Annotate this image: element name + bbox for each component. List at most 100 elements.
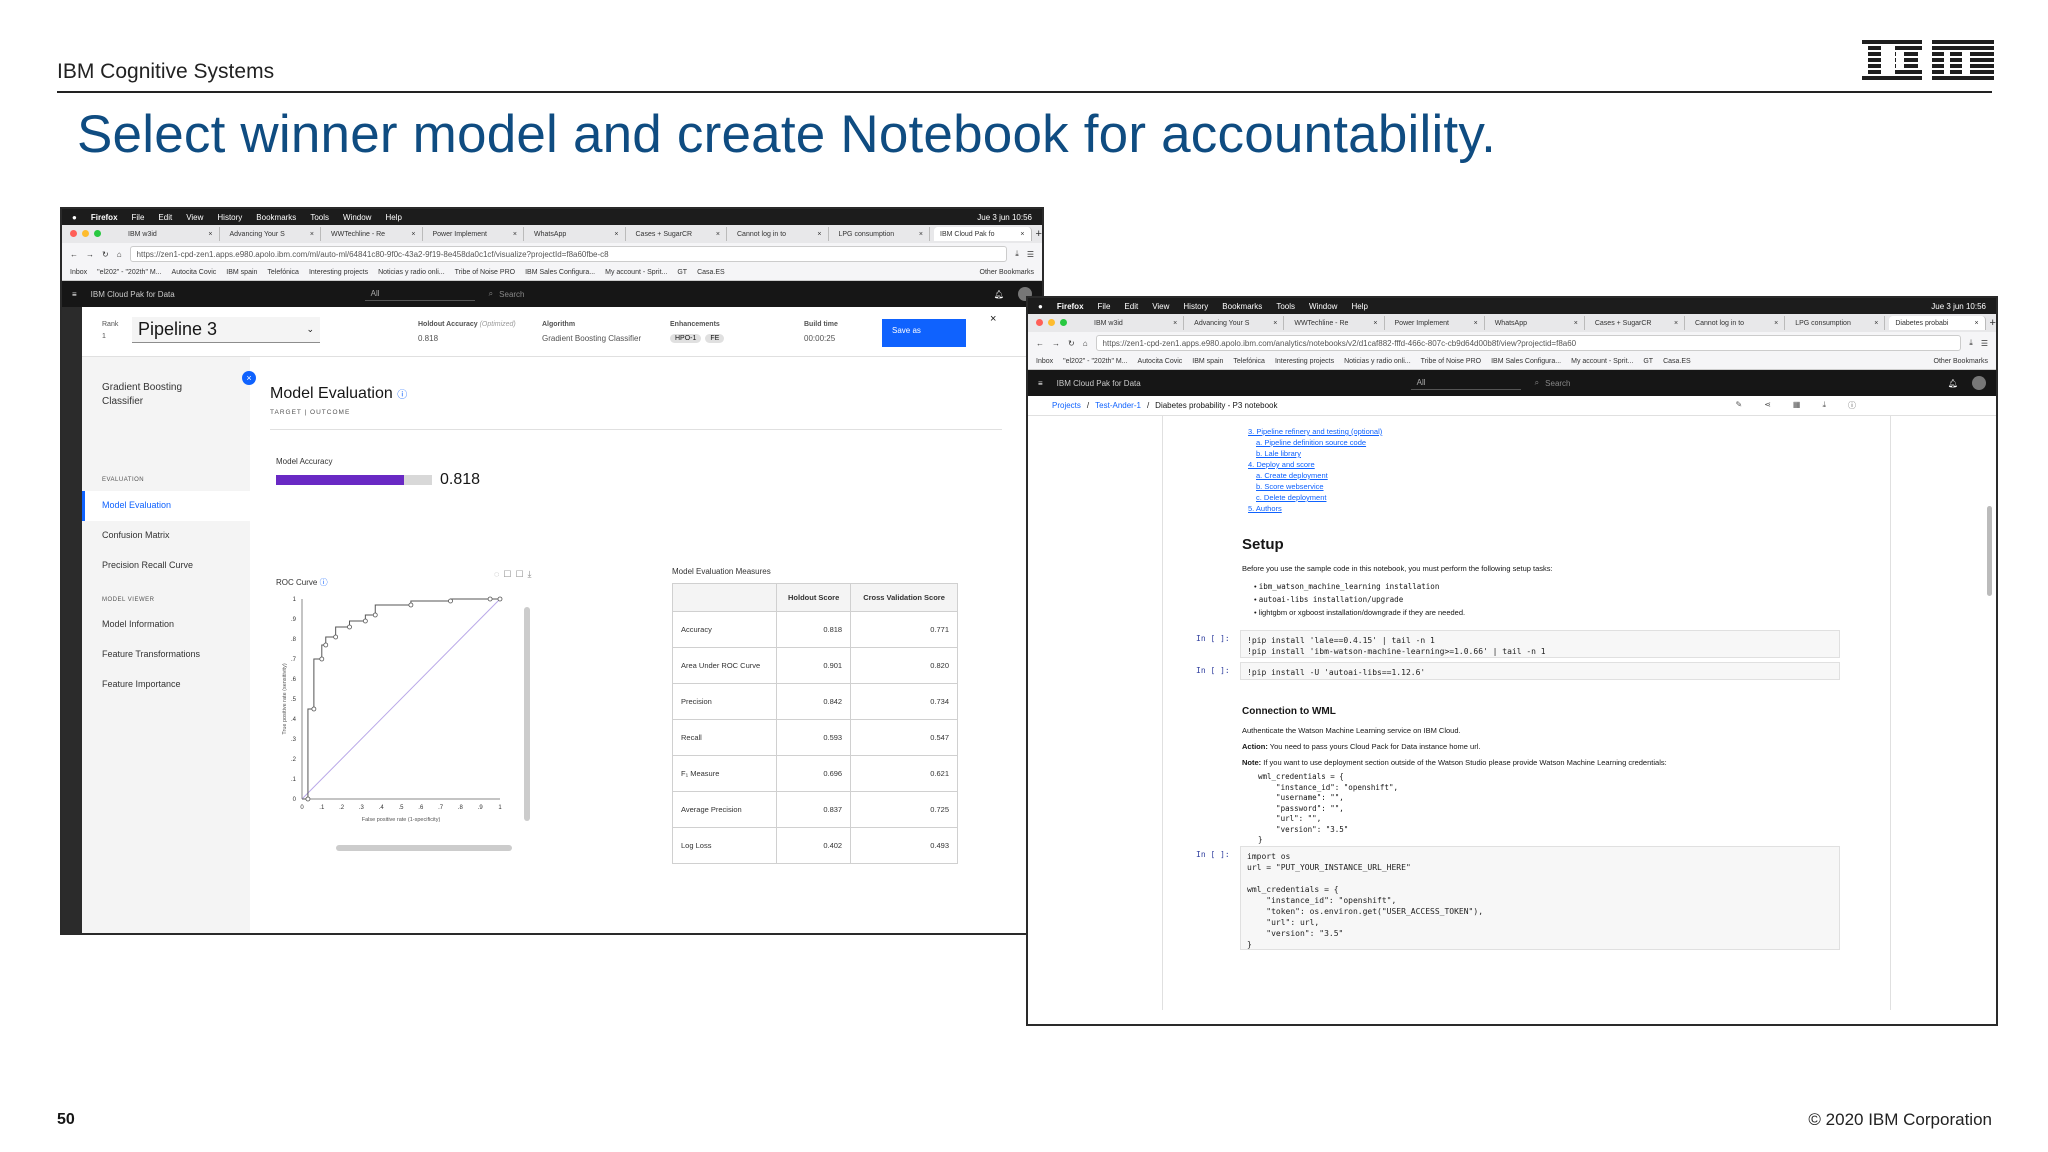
download-icon[interactable]: ⤓ [1822, 400, 1826, 411]
close-icon[interactable]: × [1273, 320, 1277, 327]
scope-select[interactable]: All [1410, 376, 1521, 390]
close-icon[interactable]: × [1373, 320, 1377, 327]
toc-item[interactable]: a. Create deployment [1248, 470, 1382, 481]
menu-file[interactable]: File [1098, 302, 1111, 311]
info-icon[interactable]: ⓘ [397, 390, 407, 401]
menu-window[interactable]: Window [1309, 302, 1337, 311]
menu-firefox[interactable]: Firefox [1057, 302, 1084, 311]
product-name[interactable]: IBM Cloud Pak for Data [91, 290, 351, 299]
chart-scrollbar-vertical[interactable] [524, 607, 530, 821]
browser-tab[interactable]: IBM w3id × [1088, 316, 1185, 330]
info-icon[interactable]: ⓘ [1848, 400, 1856, 411]
bookmark-item[interactable]: My account - Sprit... [1571, 358, 1633, 365]
bookmark-item[interactable]: Telefónica [1233, 358, 1265, 365]
close-icon[interactable]: × [614, 231, 618, 238]
info-icon[interactable]: ⓘ [320, 578, 328, 587]
zoom-icon[interactable]: ◌ [494, 569, 499, 580]
bookmark-item[interactable]: Autocita Covic [172, 269, 217, 276]
browser-tab[interactable]: Cases + SugarCR × [1589, 316, 1686, 330]
bookmark-item[interactable]: IBM Sales Configura... [1491, 358, 1561, 365]
frame-icon[interactable]: ☐ [515, 569, 523, 580]
menu-tools[interactable]: Tools [1276, 302, 1295, 311]
side-item-feature-importance[interactable]: Feature Importance [102, 679, 181, 689]
reload-icon[interactable]: ↻ [102, 250, 109, 259]
browser-tab[interactable]: Cannot log in to × [731, 227, 829, 241]
hamburger-icon[interactable]: ≡ [72, 290, 77, 299]
bookmark-item[interactable]: Inbox [70, 269, 87, 276]
browser-tab[interactable]: Power Implement × [427, 227, 524, 241]
search-input[interactable]: ⌕ Search [1535, 376, 1775, 390]
close-icon[interactable]: × [513, 231, 517, 238]
toc-item[interactable]: c. Delete deployment [1248, 492, 1382, 503]
close-icon[interactable]: × [208, 231, 212, 238]
download-icon[interactable]: ⤓ [528, 569, 532, 580]
bookmark-item[interactable]: Tribe of Noise PRO [455, 269, 515, 276]
toc-item[interactable]: 5. Authors [1248, 503, 1382, 514]
toc-item[interactable]: b. Lale library [1248, 448, 1382, 459]
home-icon[interactable]: ⌂ [1083, 339, 1088, 348]
avatar[interactable] [1972, 376, 1986, 390]
notification-icon[interactable]: 🔔︎ [1948, 379, 1958, 388]
browser-tab[interactable]: LPG consumption × [833, 227, 930, 241]
browser-tab[interactable]: WhatsApp × [1489, 316, 1585, 330]
browser-tab-active[interactable]: IBM Cloud Pak fo × [934, 227, 1032, 241]
forward-icon[interactable]: → [86, 250, 94, 259]
browser-tab[interactable]: LPG consumption × [1789, 316, 1886, 330]
close-icon[interactable]: × [1173, 320, 1177, 327]
menu-view[interactable]: View [1152, 302, 1169, 311]
close-icon[interactable]: × [990, 313, 996, 325]
close-icon[interactable]: × [716, 231, 720, 238]
side-item-confusion-matrix[interactable]: Confusion Matrix [102, 530, 170, 540]
reload-icon[interactable]: ↻ [1068, 339, 1075, 348]
scope-select[interactable]: All [364, 287, 475, 301]
menu-edit[interactable]: Edit [158, 213, 172, 222]
menu-history[interactable]: History [1183, 302, 1208, 311]
browser-tab-active[interactable]: Diabetes probabi × [1889, 316, 1986, 330]
browser-tab[interactable]: Cannot log in to × [1689, 316, 1786, 330]
new-tab-icon[interactable]: + [1990, 317, 1996, 329]
bookmark-item[interactable]: Autocita Covic [1138, 358, 1183, 365]
bookmark-item[interactable]: Other Bookmarks [1934, 358, 1988, 365]
search-input[interactable]: ⌕ Search [489, 287, 729, 301]
bookmark-item[interactable]: GT [677, 269, 687, 276]
bookmark-item[interactable]: My account - Sprit... [605, 269, 667, 276]
back-icon[interactable]: ← [70, 250, 78, 259]
bookmark-item[interactable]: Noticias y radio onli... [1344, 358, 1411, 365]
bookmark-item[interactable]: "el202" - "202th" M... [97, 269, 161, 276]
browser-tab[interactable]: WWTechline - Re × [1288, 316, 1385, 330]
home-icon[interactable]: ⌂ [117, 250, 122, 259]
browser-tab[interactable]: Cases + SugarCR × [630, 227, 727, 241]
toc-item[interactable]: b. Score webservice [1248, 481, 1382, 492]
bookmark-item[interactable]: Interesting projects [309, 269, 368, 276]
window-controls[interactable] [70, 230, 101, 237]
code-cell[interactable]: !pip install 'lale==0.4.15' | tail -n 1!… [1240, 630, 1840, 658]
menu-edit[interactable]: Edit [1124, 302, 1138, 311]
bookmark-item[interactable]: Telefónica [267, 269, 299, 276]
code-cell[interactable]: !pip install -U 'autoai-libs==1.12.6' [1240, 662, 1840, 680]
close-icon[interactable]: × [411, 231, 415, 238]
library-icon[interactable]: ☰ [1981, 339, 1988, 348]
close-icon[interactable]: × [919, 231, 923, 238]
breadcrumb-projects[interactable]: Projects [1052, 401, 1081, 410]
close-icon[interactable]: × [1674, 320, 1678, 327]
save-as-button[interactable]: Save as [882, 319, 966, 347]
browser-tab[interactable]: Advancing Your S × [1188, 316, 1285, 330]
browser-tab[interactable]: WWTechline - Re × [325, 227, 423, 241]
url-input[interactable]: https://zen1-cpd-zen1.apps.e980.apolo.ib… [129, 246, 1008, 262]
schedule-icon[interactable]: ▦ [1793, 400, 1801, 411]
bookmark-item[interactable]: IBM Sales Configura... [525, 269, 595, 276]
side-item-precision-recall[interactable]: Precision Recall Curve [102, 560, 193, 570]
bookmark-item[interactable]: Tribe of Noise PRO [1421, 358, 1481, 365]
side-item-feature-transformations[interactable]: Feature Transformations [102, 649, 200, 659]
notification-icon[interactable]: 🔔︎ [994, 290, 1004, 299]
close-icon[interactable]: × [1774, 320, 1778, 327]
bookmark-item[interactable]: Casa.ES [697, 269, 725, 276]
toc-item[interactable]: 4. Deploy and score [1248, 459, 1382, 470]
forward-icon[interactable]: → [1052, 339, 1060, 348]
bookmark-item[interactable]: Casa.ES [1663, 358, 1691, 365]
menu-window[interactable]: Window [343, 213, 371, 222]
window-controls[interactable] [1036, 319, 1067, 326]
share-icon[interactable]: ⋖ [1764, 400, 1771, 411]
bookmark-item[interactable]: Inbox [1036, 358, 1053, 365]
browser-tab[interactable]: Power Implement × [1389, 316, 1485, 330]
